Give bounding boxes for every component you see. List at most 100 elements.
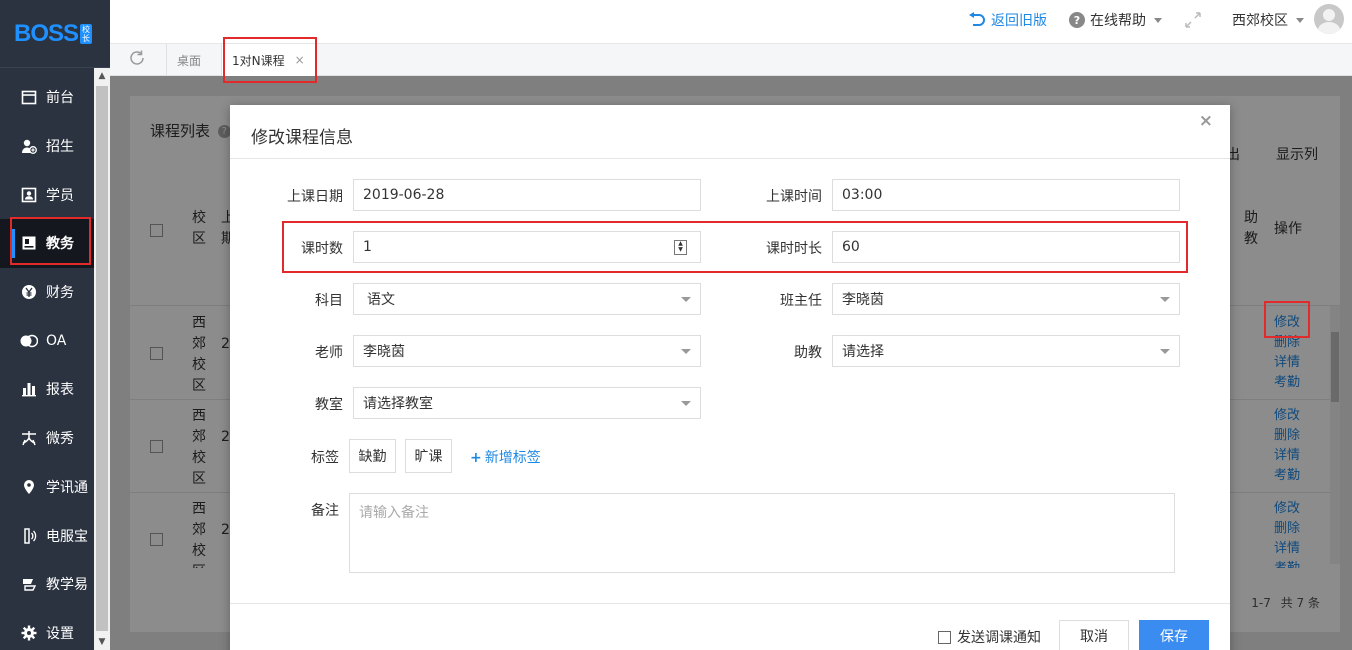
sidebar-item-label: 设置 — [46, 625, 74, 642]
add-tag-button[interactable]: + 新增标签 — [470, 447, 541, 467]
duration-input[interactable]: 60 — [832, 231, 1180, 263]
tab-label: 1对N课程 — [232, 53, 285, 68]
head-teacher-label: 班主任 — [780, 293, 822, 309]
hours-label: 课时数 — [301, 241, 343, 257]
remark-textarea[interactable]: 请输入备注 — [349, 493, 1175, 573]
chevron-down-icon — [1160, 297, 1170, 302]
chevron-down-icon — [681, 297, 691, 302]
chat-icon — [20, 332, 38, 350]
bar-chart-icon — [20, 380, 38, 398]
sidebar-item-reports[interactable]: 报表 — [0, 365, 94, 414]
classroom-select[interactable]: 请选择教室 — [353, 387, 701, 419]
scrollbar-thumb[interactable] — [96, 86, 108, 631]
logo-badge: 校长 — [80, 23, 93, 44]
campus-label: 西郊校区 — [1232, 13, 1288, 29]
save-button[interactable]: 保存 — [1139, 620, 1209, 650]
assistant-label: 助教 — [794, 345, 822, 361]
tab-label: 桌面 — [177, 53, 202, 68]
head-teacher-select[interactable]: 李晓茵 — [832, 283, 1180, 315]
tag-truant[interactable]: 旷课 — [405, 439, 452, 473]
gear-icon — [20, 624, 38, 642]
modal-footer: 发送调课通知 取消 保存 — [230, 603, 1230, 650]
fullscreen-icon[interactable] — [1184, 0, 1202, 40]
edit-course-modal: 修改课程信息 × 上课日期 2019-06-28 上课时间 03:00 课时数 … — [230, 105, 1230, 650]
subject-select[interactable]: 语文 — [353, 283, 701, 315]
help-icon: ? — [1068, 11, 1086, 29]
time-input[interactable]: 03:00 — [832, 179, 1180, 211]
student-card-icon — [20, 186, 38, 204]
sidebar-item-finance[interactable]: 财务 — [0, 268, 94, 317]
sidebar-scrollbar[interactable]: ▲ ▼ — [94, 68, 110, 650]
chevron-down-icon — [1296, 17, 1304, 23]
logo[interactable]: BOSS 校长 — [0, 0, 110, 68]
sidebar-item-label: 招生 — [46, 139, 74, 156]
sidebar-item-label: 教务 — [46, 236, 74, 253]
back-old-version-link[interactable]: 返回旧版 — [968, 0, 1047, 40]
date-input[interactable]: 2019-06-28 — [353, 179, 701, 211]
sidebar-item-weixiu[interactable]: 微秀 — [0, 414, 94, 463]
send-notice-label: 发送调课通知 — [957, 630, 1041, 646]
close-icon[interactable]: × — [1199, 111, 1213, 131]
sidebar-item-academic[interactable]: 教务 — [0, 219, 94, 268]
chevron-down-icon — [681, 349, 691, 354]
yen-icon — [20, 283, 38, 301]
scroll-down-icon[interactable]: ▼ — [94, 634, 110, 650]
svg-text:?: ? — [1074, 14, 1080, 27]
duration-label: 课时时长 — [766, 241, 822, 257]
plus-icon: + — [470, 450, 482, 466]
scroll-up-icon[interactable]: ▲ — [94, 68, 110, 84]
classroom-label: 教室 — [315, 397, 343, 413]
sidebar-item-settings[interactable]: 设置 — [0, 609, 94, 650]
logo-text: BOSS — [14, 19, 79, 47]
sidebar-item-dianfubao[interactable]: 电服宝 — [0, 511, 94, 560]
back-old-version-label: 返回旧版 — [991, 13, 1047, 29]
sidebar-item-label: 学讯通 — [46, 479, 88, 496]
online-help-menu[interactable]: ? 在线帮助 — [1068, 0, 1162, 40]
campus-selector[interactable]: 西郊校区 — [1232, 0, 1304, 40]
assistant-select[interactable]: 请选择 — [832, 335, 1180, 367]
sidebar-item-oa[interactable]: OA — [0, 316, 94, 365]
cancel-button[interactable]: 取消 — [1059, 620, 1129, 650]
subject-label: 科目 — [315, 293, 343, 309]
remark-label: 备注 — [311, 503, 339, 519]
chevron-down-icon — [681, 401, 691, 406]
sidebar-item-label: 微秀 — [46, 431, 74, 448]
sidebar-item-students[interactable]: 学员 — [0, 170, 94, 219]
tab-desktop[interactable]: 桌面 — [166, 44, 211, 76]
sidebar-nav: 前台 招生 学员 教务 财务 OA 报表 微秀 学讯通 电服宝 教学易 设置 — [0, 73, 94, 650]
sidebar-item-label: OA — [46, 332, 67, 349]
online-help-label: 在线帮助 — [1090, 13, 1146, 29]
xiu-icon — [20, 429, 38, 447]
sidebar-item-label: 财务 — [46, 285, 74, 302]
send-notice-checkbox[interactable]: 发送调课通知 — [938, 627, 1041, 647]
avatar[interactable] — [1314, 4, 1344, 34]
modal-header: 修改课程信息 × — [230, 105, 1230, 159]
close-icon[interactable]: × — [295, 53, 305, 67]
sidebar-item-label: 电服宝 — [46, 528, 88, 545]
tab-bar: 桌面 1对N课程 × — [110, 44, 1352, 76]
tag-absent[interactable]: 缺勤 — [349, 439, 396, 473]
hours-stepper[interactable]: 1 ▲ ▼ — [353, 231, 701, 263]
chevron-down-icon — [1154, 17, 1162, 23]
checkbox-box[interactable] — [938, 630, 951, 644]
location-icon — [20, 478, 38, 496]
sidebar-item-enroll[interactable]: 招生 — [0, 122, 94, 171]
modal-title: 修改课程信息 — [251, 128, 353, 148]
sidebar-item-label: 教学易 — [46, 577, 88, 594]
sidebar-item-xuexuntong[interactable]: 学讯通 — [0, 463, 94, 512]
tags-label: 标签 — [311, 450, 339, 466]
sidebar-item-front-desk[interactable]: 前台 — [0, 73, 94, 122]
chevron-down-icon — [1160, 349, 1170, 354]
sidebar-item-label: 学员 — [46, 187, 74, 204]
tab-1-to-n-course[interactable]: 1对N课程 × — [221, 44, 315, 76]
sidebar-item-jiaoxueyi[interactable]: 教学易 — [0, 560, 94, 609]
teacher-select[interactable]: 李晓茵 — [353, 335, 701, 367]
calendar-icon — [20, 88, 38, 106]
sidebar-item-label: 报表 — [46, 382, 74, 399]
user-add-icon — [20, 137, 38, 155]
stepper-arrows-icon[interactable]: ▲ ▼ — [674, 240, 687, 255]
sidebar: BOSS 校长 前台 招生 学员 教务 财务 OA 报表 微秀 学讯通 电服宝 … — [0, 0, 110, 650]
top-header: 返回旧版 ? 在线帮助 西郊校区 — [110, 0, 1352, 44]
refresh-icon[interactable] — [126, 49, 148, 71]
undo-icon — [968, 12, 986, 28]
